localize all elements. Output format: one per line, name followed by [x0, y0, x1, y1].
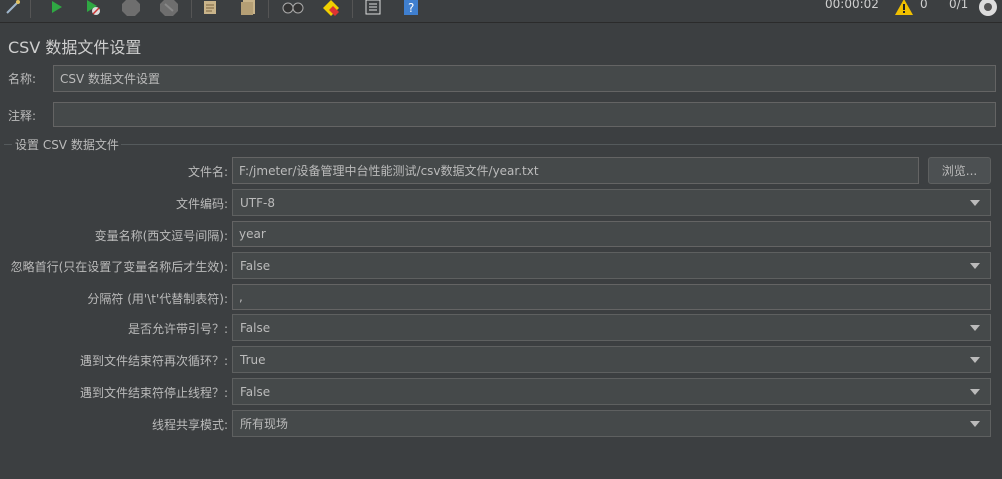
clear-all-icon[interactable] [238, 0, 260, 18]
sharing-mode-value: 所有现场 [240, 417, 289, 431]
recycle-eof-value: True [240, 352, 266, 367]
stop-thread-eof-value: False [240, 384, 271, 399]
comment-field[interactable] [53, 102, 996, 127]
search-icon[interactable] [282, 0, 304, 18]
active-threads: 0/1 [949, 0, 969, 11]
chevron-down-icon [970, 262, 980, 269]
ignore-first-line-select[interactable]: False [232, 252, 991, 279]
ignore-first-line-value: False [240, 258, 271, 273]
allow-quoted-label: 是否允许带引号？: [127, 322, 228, 336]
delimiter-field[interactable]: , [232, 284, 991, 310]
stop-thread-eof-label: 遇到文件结束符停止线程？: [79, 386, 228, 400]
clear-results-icon[interactable] [200, 0, 222, 18]
filename-field[interactable]: F:/jmeter/设备管理中台性能测试/csv数据文件/year.txt [232, 157, 919, 184]
warning-icon[interactable] [893, 0, 915, 18]
shutdown-icon[interactable] [158, 0, 180, 18]
start-no-pauses-icon[interactable] [82, 0, 104, 18]
chevron-down-icon [970, 356, 980, 363]
filename-label: 文件名: [187, 165, 228, 179]
page-title: CSV 数据文件设置 [8, 38, 142, 57]
toolbar: ? 00:00:02 0 0/1 [0, 0, 1002, 23]
encoding-value: UTF-8 [240, 195, 275, 210]
warning-count: 0 [920, 0, 928, 11]
varnames-label: 变量名称(西文逗号间隔): [94, 229, 228, 243]
browse-button[interactable]: 浏览... [928, 157, 991, 184]
name-label: 名称: [8, 72, 37, 86]
start-icon[interactable] [45, 0, 67, 18]
remote-status-icon[interactable] [977, 0, 999, 18]
recycle-eof-label: 遇到文件结束符再次循环？: [79, 354, 228, 368]
chevron-down-icon [970, 199, 980, 206]
chevron-down-icon [970, 388, 980, 395]
ignore-first-line-label: 忽略首行(只在设置了变量名称后才生效): [10, 260, 228, 274]
recycle-eof-select[interactable]: True [232, 346, 991, 373]
group-title: 设置 CSV 数据文件 [15, 138, 119, 152]
stop-icon[interactable] [120, 0, 142, 18]
encoding-select[interactable]: UTF-8 [232, 189, 991, 216]
elapsed-timer: 00:00:02 [825, 0, 879, 11]
delimiter-label: 分隔符 (用'\t'代替制表符): [87, 292, 228, 306]
reset-search-icon[interactable] [320, 0, 342, 18]
clear-icon[interactable] [2, 0, 24, 18]
name-field[interactable]: CSV 数据文件设置 [53, 65, 996, 92]
chevron-down-icon [970, 324, 980, 331]
encoding-label: 文件编码: [175, 197, 228, 211]
allow-quoted-select[interactable]: False [232, 314, 991, 341]
comment-label: 注释: [8, 109, 37, 123]
allow-quoted-value: False [240, 320, 271, 335]
help-icon[interactable]: ? [400, 0, 422, 18]
chevron-down-icon [970, 420, 980, 427]
varnames-field[interactable]: year [232, 221, 991, 247]
stop-thread-eof-select[interactable]: False [232, 378, 991, 405]
sharing-mode-label: 线程共享模式: [151, 418, 228, 432]
svg-text:?: ? [408, 1, 414, 15]
sharing-mode-select[interactable]: 所有现场 [232, 410, 991, 437]
function-helper-icon[interactable] [362, 0, 384, 18]
